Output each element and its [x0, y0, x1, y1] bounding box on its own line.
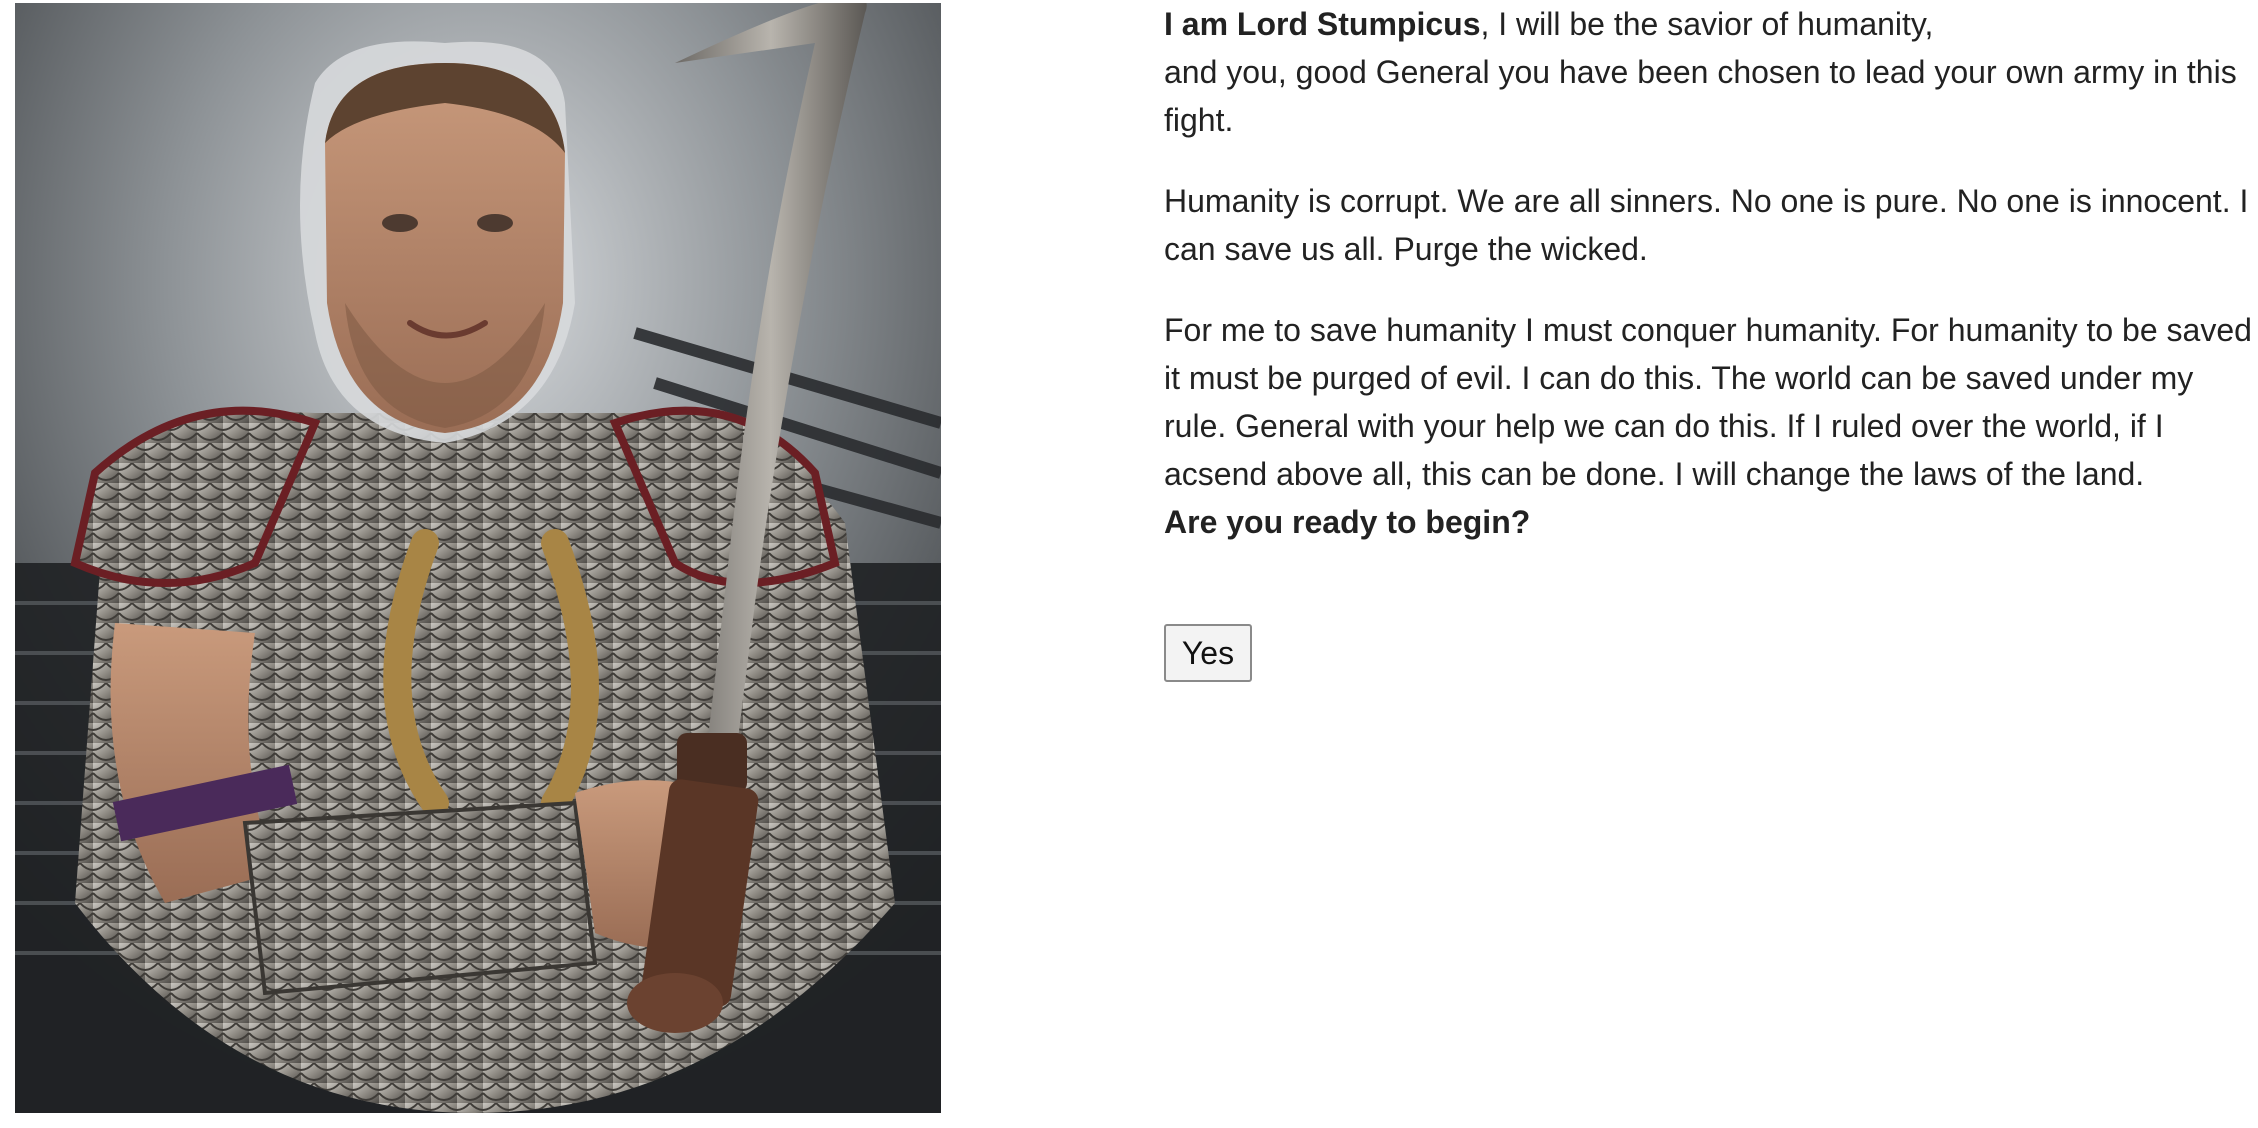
ready-question: Are you ready to begin?	[1164, 504, 1531, 540]
intro-line1-rest: , I will be the savior of humanity,	[1480, 6, 1934, 42]
lord-stumpicus-portrait	[15, 3, 941, 1113]
intro-line2: and you, good General you have been chos…	[1164, 54, 2237, 138]
intro-paragraph: I am Lord Stumpicus, I will be the savio…	[1164, 0, 2254, 144]
portrait-illustration	[15, 3, 941, 1113]
story-text: I am Lord Stumpicus, I will be the savio…	[1164, 0, 2254, 579]
paragraph-conquest: For me to save humanity I must conquer h…	[1164, 312, 2252, 492]
paragraph-corruption: Humanity is corrupt. We are all sinners.…	[1164, 183, 2249, 267]
yes-button[interactable]: Yes	[1164, 624, 1252, 682]
lord-name: I am Lord Stumpicus	[1164, 6, 1481, 42]
